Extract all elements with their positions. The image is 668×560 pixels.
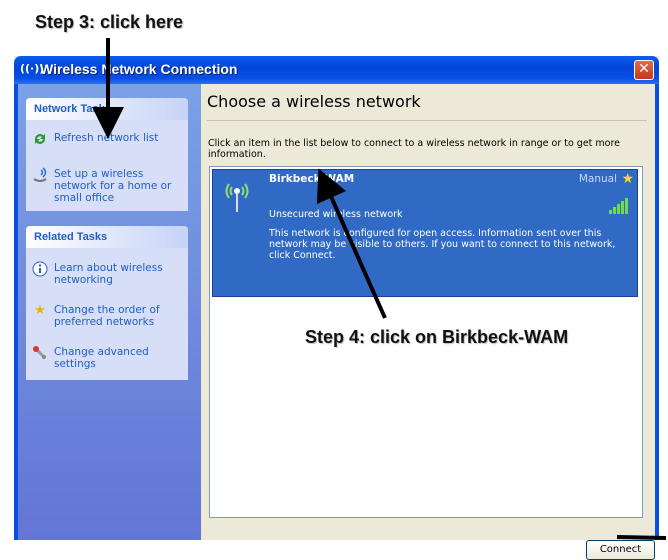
- refresh-network-list-label: Refresh network list: [54, 132, 159, 144]
- learn-about-wireless-label: Learn about wireless networking: [54, 262, 163, 286]
- sidebar: Network Tasks Refresh network list Set u…: [18, 84, 201, 540]
- main-panel: Choose a wireless network Click an item …: [201, 84, 655, 560]
- refresh-network-list-link[interactable]: Refresh network list: [26, 126, 188, 150]
- change-advanced-settings-label: Change advanced settings: [54, 346, 149, 370]
- related-tasks-header: Related Tasks: [26, 226, 188, 248]
- signal-strength-icon: [609, 198, 631, 214]
- close-button[interactable]: ✕: [634, 60, 654, 80]
- window-frame-right: [655, 84, 659, 540]
- network-item-birkbeck-wam[interactable]: Birkbeck-WAM Manual ★ Unsecured wireless…: [212, 169, 638, 297]
- intro-text: Click an item in the list below to conne…: [208, 138, 621, 160]
- star-icon: ★: [34, 303, 46, 318]
- network-description: This network is configured for open acce…: [269, 228, 616, 261]
- change-order-label: Change the order of preferred networks: [54, 304, 160, 328]
- change-order-link[interactable]: ★ Change the order of preferred networks: [26, 298, 188, 334]
- network-tasks-panel: Network Tasks Refresh network list Set u…: [26, 98, 188, 211]
- page-title: Choose a wireless network: [207, 92, 421, 111]
- step4-annotation: Step 4: click on Birkbeck-WAM: [305, 327, 569, 347]
- refresh-icon: [32, 131, 48, 147]
- info-icon: [32, 261, 48, 277]
- related-tasks-panel: Related Tasks Learn about wireless netwo…: [26, 226, 188, 380]
- network-tasks-header: Network Tasks: [26, 98, 188, 120]
- setup-wireless-network-label: Set up a wireless network for a home or …: [54, 168, 172, 204]
- window-title: Wireless Network Connection: [40, 61, 238, 77]
- wireless-network-window: ((·)) Wireless Network Connection ✕ Netw…: [14, 56, 659, 560]
- connect-button[interactable]: Connect: [586, 540, 655, 560]
- network-security-status: Unsecured wireless network: [269, 209, 403, 220]
- wireless-network-icon: [221, 178, 253, 214]
- setup-wireless-network-link[interactable]: Set up a wireless network for a home or …: [26, 162, 188, 210]
- title-bar: ((·)) Wireless Network Connection ✕: [14, 56, 659, 84]
- heading-divider: [207, 120, 647, 121]
- step3-annotation: Step 3: click here: [35, 12, 184, 32]
- network-name: Birkbeck-WAM: [269, 173, 355, 185]
- settings-icon: [32, 345, 48, 361]
- wireless-setup-icon: [32, 167, 48, 183]
- connection-type: Manual: [578, 173, 617, 185]
- preferred-star-icon: ★: [621, 171, 634, 187]
- change-advanced-settings-link[interactable]: Change advanced settings: [26, 340, 188, 376]
- learn-about-wireless-link[interactable]: Learn about wireless networking: [26, 256, 188, 292]
